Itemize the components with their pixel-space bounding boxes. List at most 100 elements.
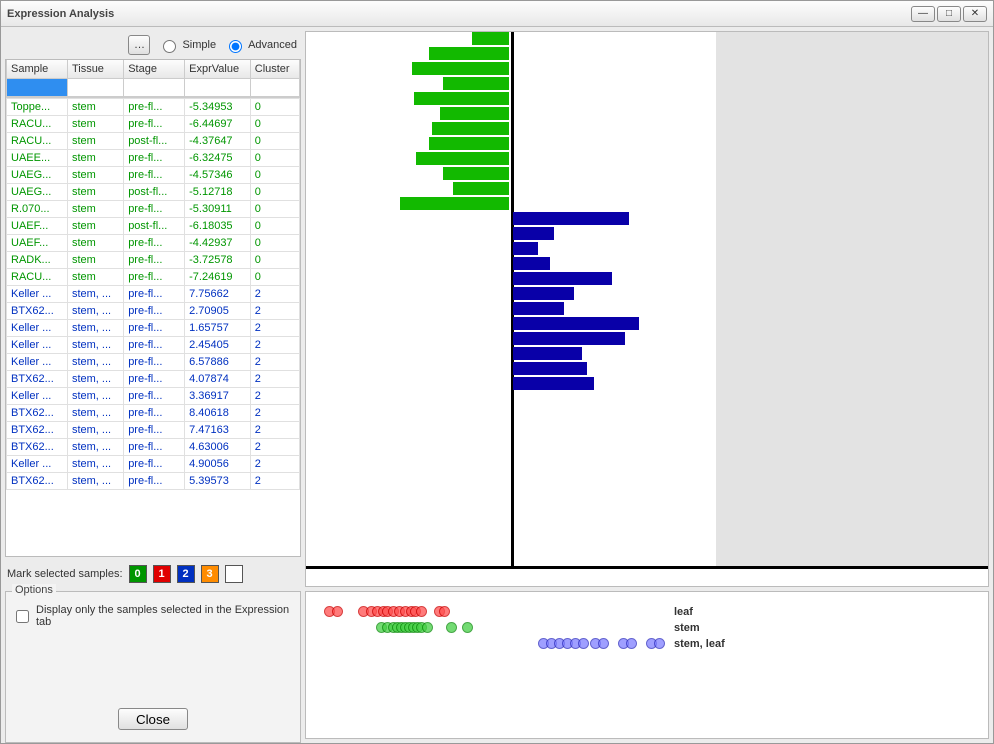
cell-stage: pre-fl...	[124, 439, 185, 456]
filter-stage[interactable]	[124, 79, 185, 97]
mode-row: … Simple Advanced	[5, 31, 301, 55]
advanced-radio-input[interactable]	[229, 40, 242, 53]
cell-expr: 7.75662	[185, 286, 251, 303]
cell-stage: pre-fl...	[124, 303, 185, 320]
filter-sample[interactable]	[7, 79, 68, 97]
filter-expr[interactable]	[185, 79, 251, 97]
cell-expr: 1.65757	[185, 320, 251, 337]
table-row[interactable]: RACU...stempost-fl...-4.376470	[7, 133, 300, 150]
cell-tissue: stem, ...	[67, 439, 123, 456]
mark-3-button[interactable]: 3	[201, 565, 219, 583]
filter-row[interactable]	[7, 79, 300, 97]
minimize-button[interactable]: —	[911, 6, 935, 22]
col-tissue[interactable]: Tissue	[67, 60, 123, 79]
table-row[interactable]: BTX62...stem, ...pre-fl...4.630062	[7, 439, 300, 456]
table-row[interactable]: BTX62...stem, ...pre-fl...8.406182	[7, 405, 300, 422]
dot	[598, 638, 609, 649]
col-sample[interactable]: Sample	[7, 60, 68, 79]
simple-radio-input[interactable]	[163, 40, 176, 53]
cell-cluster: 0	[250, 116, 299, 133]
cell-expr: -5.34953	[185, 99, 251, 116]
bar	[400, 197, 509, 210]
mark-0-button[interactable]: 0	[129, 565, 147, 583]
cell-stage: pre-fl...	[124, 337, 185, 354]
scatter-label-stemleaf: stem, leaf	[674, 638, 725, 650]
cell-sample: UAEF...	[7, 218, 68, 235]
mark-2-button[interactable]: 2	[177, 565, 195, 583]
column-picker-button[interactable]: …	[128, 35, 150, 55]
table-row[interactable]: Toppe...stempre-fl...-5.349530	[7, 99, 300, 116]
table-row[interactable]: BTX62...stem, ...pre-fl...5.395732	[7, 473, 300, 490]
bar	[513, 347, 582, 360]
cell-expr: -5.12718	[185, 184, 251, 201]
cell-expr: -6.44697	[185, 116, 251, 133]
dot	[332, 606, 343, 617]
table-row[interactable]: BTX62...stem, ...pre-fl...2.709052	[7, 303, 300, 320]
table-row[interactable]: R.070...stempre-fl...-5.309110	[7, 201, 300, 218]
display-only-selected-checkbox[interactable]: Display only the samples selected in the…	[12, 604, 294, 628]
cell-cluster: 0	[250, 133, 299, 150]
display-only-selected-input[interactable]	[16, 610, 29, 623]
bar	[440, 107, 509, 120]
table-row[interactable]: RACU...stempre-fl...-7.246190	[7, 269, 300, 286]
dot	[416, 606, 427, 617]
table-row[interactable]: BTX62...stem, ...pre-fl...7.471632	[7, 422, 300, 439]
close-button[interactable]: Close	[118, 708, 188, 730]
cell-tissue: stem, ...	[67, 286, 123, 303]
table-row[interactable]: UAEG...stempre-fl...-4.573460	[7, 167, 300, 184]
cell-cluster: 2	[250, 320, 299, 337]
col-cluster[interactable]: Cluster	[250, 60, 299, 79]
cell-stage: pre-fl...	[124, 286, 185, 303]
bar	[443, 77, 509, 90]
table-row[interactable]: UAEF...stempost-fl...-6.180350	[7, 218, 300, 235]
cell-expr: -6.18035	[185, 218, 251, 235]
table-row[interactable]: Keller ...stem, ...pre-fl...6.578862	[7, 354, 300, 371]
cell-stage: pre-fl...	[124, 99, 185, 116]
table-row[interactable]: RACU...stempre-fl...-6.446970	[7, 116, 300, 133]
cell-tissue: stem	[67, 218, 123, 235]
table-header-row[interactable]: Sample Tissue Stage ExprValue Cluster	[7, 60, 300, 79]
cell-cluster: 0	[250, 167, 299, 184]
filter-tissue[interactable]	[67, 79, 123, 97]
simple-radio[interactable]: Simple	[158, 37, 216, 53]
dot	[578, 638, 589, 649]
col-expr[interactable]: ExprValue	[185, 60, 251, 79]
table-row[interactable]: UAEG...stempost-fl...-5.127180	[7, 184, 300, 201]
cell-cluster: 2	[250, 354, 299, 371]
table-row[interactable]: Keller ...stem, ...pre-fl...1.657572	[7, 320, 300, 337]
table-row[interactable]: Keller ...stem, ...pre-fl...7.756622	[7, 286, 300, 303]
scatter-panel: leaf stem stem, leaf	[305, 591, 989, 739]
cell-expr: 4.90056	[185, 456, 251, 473]
titlebar[interactable]: Expression Analysis — □ ✕	[1, 1, 993, 27]
mark-clear-button[interactable]: ✖	[225, 565, 243, 583]
cell-expr: -6.32475	[185, 150, 251, 167]
filter-cluster[interactable]	[250, 79, 299, 97]
cell-expr: -4.42937	[185, 235, 251, 252]
cell-cluster: 2	[250, 371, 299, 388]
cell-cluster: 2	[250, 473, 299, 490]
dot	[439, 606, 450, 617]
mark-1-button[interactable]: 1	[153, 565, 171, 583]
cell-expr: -5.30911	[185, 201, 251, 218]
bar	[513, 272, 612, 285]
table-row[interactable]: UAEE...stempre-fl...-6.324750	[7, 150, 300, 167]
cell-cluster: 0	[250, 184, 299, 201]
table-row[interactable]: Keller ...stem, ...pre-fl...4.900562	[7, 456, 300, 473]
cell-cluster: 2	[250, 439, 299, 456]
table-row[interactable]: RADK...stempre-fl...-3.725780	[7, 252, 300, 269]
close-window-button[interactable]: ✕	[963, 6, 987, 22]
table-row[interactable]: Keller ...stem, ...pre-fl...2.454052	[7, 337, 300, 354]
cell-tissue: stem	[67, 252, 123, 269]
left-panel: … Simple Advanced	[5, 31, 301, 587]
cell-cluster: 2	[250, 286, 299, 303]
cell-expr: -4.57346	[185, 167, 251, 184]
table-row[interactable]: BTX62...stem, ...pre-fl...4.078742	[7, 371, 300, 388]
cell-tissue: stem	[67, 184, 123, 201]
bar	[513, 332, 625, 345]
table-scroll[interactable]: Toppe...stempre-fl...-5.349530RACU...ste…	[6, 97, 300, 556]
table-row[interactable]: Keller ...stem, ...pre-fl...3.369172	[7, 388, 300, 405]
maximize-button[interactable]: □	[937, 6, 961, 22]
advanced-radio[interactable]: Advanced	[224, 37, 297, 53]
col-stage[interactable]: Stage	[124, 60, 185, 79]
table-row[interactable]: UAEF...stempre-fl...-4.429370	[7, 235, 300, 252]
